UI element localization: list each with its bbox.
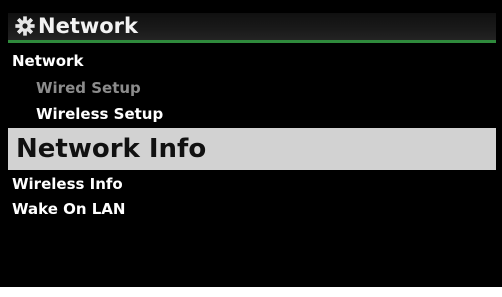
menu-item-wireless-setup[interactable]: Wireless Setup [36,104,163,124]
menu-item-network[interactable]: Network [12,51,83,71]
menu-item-wired-setup[interactable]: Wired Setup [36,78,141,98]
menu-item-label: Network Info [16,134,207,164]
menu-item-network-info[interactable]: Network Info [8,128,496,170]
menu-item-wake-on-lan[interactable]: Wake On LAN [12,199,125,219]
title-bar: Network [8,13,496,43]
page-title: Network [38,14,139,38]
gear-icon [14,15,36,37]
menu-item-wireless-info[interactable]: Wireless Info [12,174,123,194]
device-screen: Network Network Wired Setup Wireless Set… [0,0,502,287]
